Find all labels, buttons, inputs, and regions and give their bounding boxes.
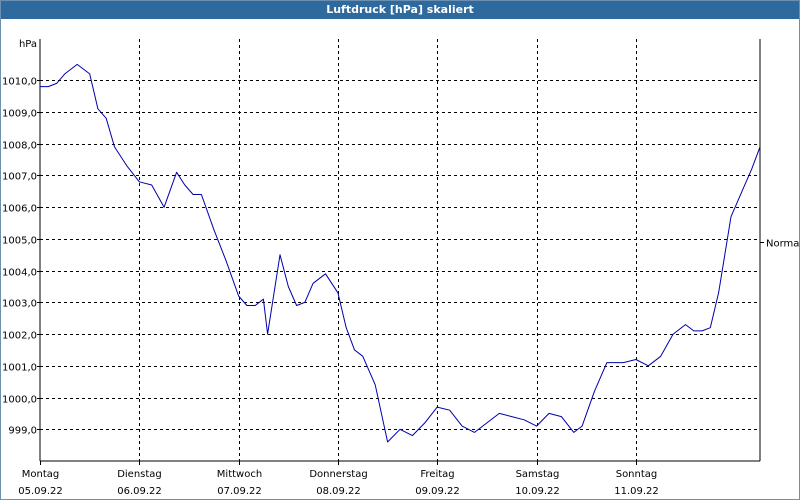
pressure-series-line: [40, 63, 761, 443]
x-tick-date-label: 10.09.22: [515, 486, 560, 497]
chart-window: Luftdruck [hPa] skaliert 1010,0 1009,0 100…: [0, 0, 800, 500]
y-tick-label: 1000,0: [2, 395, 37, 406]
y-tick-label: 1004,0: [2, 268, 37, 279]
x-tick-date-label: 06.09.22: [117, 486, 162, 497]
y-tick-label: 1010,0: [2, 77, 37, 88]
x-tick-day-label: Donnerstag: [309, 469, 367, 480]
y-tick-label: 1001,0: [2, 363, 37, 374]
y-tick-label: 1003,0: [2, 299, 37, 310]
x-tick-day-label: Freitag: [420, 469, 454, 480]
x-tick-day-label: Montag: [22, 469, 59, 480]
x-tick-date-label: 05.09.22: [18, 486, 63, 497]
x-tick-date-label: 09.09.22: [415, 486, 460, 497]
chart-canvas: 1010,0 1009,0 1008,0 1007,0 1006,0 1005,0 1004…: [2, 39, 799, 497]
y-tick-label: 1009,0: [2, 109, 37, 120]
normal-reference-label: Normal: [766, 239, 799, 250]
x-tick-date-label: 07.09.22: [217, 486, 262, 497]
x-tick-date-label: 11.09.22: [614, 486, 659, 497]
y-tick-label: 1002,0: [2, 331, 37, 342]
y-tick-label: 1006,0: [2, 204, 37, 215]
y-tick-label: 1005,0: [2, 236, 37, 247]
x-tick-day-label: Mittwoch: [217, 469, 262, 480]
x-tick-day-label: Samstag: [516, 469, 560, 480]
x-tick-day-label: Sonntag: [616, 469, 658, 480]
y-tick-label: 1007,0: [2, 172, 37, 183]
y-tick-label: 1008,0: [2, 141, 37, 152]
y-tick-label: 999,0: [8, 426, 37, 437]
y-axis-tick-labels: 1010,0 1009,0 1008,0 1007,0 1006,0 1005,0 1004…: [2, 77, 37, 437]
y-axis-unit-label: hPa: [19, 39, 37, 50]
series-layer: [40, 63, 761, 443]
x-axis-tick-labels: Montag 05.09.22 Dienstag 06.09.22 Mittwoch 07…: [18, 469, 659, 497]
reference-marker: Normal: [760, 239, 799, 250]
axes: [37, 39, 761, 465]
x-tick-date-label: 08.09.22: [316, 486, 361, 497]
grid-lines: [40, 39, 760, 461]
x-tick-day-label: Dienstag: [117, 469, 162, 480]
